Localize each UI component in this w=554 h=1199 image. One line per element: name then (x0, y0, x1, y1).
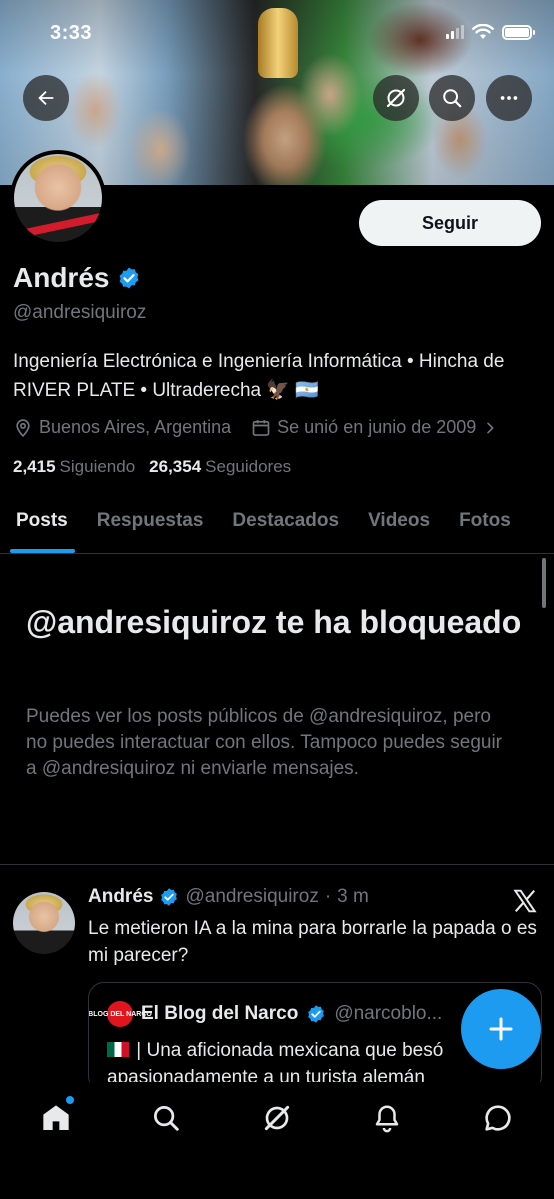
following-link[interactable]: 2,415 Siguiendo (13, 457, 135, 477)
wifi-icon (472, 24, 494, 39)
battery-icon (502, 24, 535, 40)
signal-icon (446, 25, 464, 39)
post-separator: · (324, 886, 332, 907)
follow-button[interactable]: Seguir (359, 200, 541, 246)
blocked-text: Puedes ver los posts públicos de @andres… (26, 706, 503, 779)
quote-text: | Una aficionada mexicana que besó apasi… (107, 1040, 444, 1088)
followers-link[interactable]: 26,354 Seguidores (149, 457, 291, 477)
notification-dot (66, 1096, 74, 1104)
verified-badge-icon (161, 888, 178, 906)
plus-icon (489, 1017, 513, 1041)
following-count: 2,415 (13, 457, 56, 476)
quote-author-name: El Blog del Narco (141, 1003, 299, 1024)
nav-messages[interactable] (476, 1096, 520, 1140)
scrollbar[interactable] (542, 558, 546, 608)
following-label: Siguiendo (59, 457, 136, 476)
quote-avatar: BLOG DEL NARCO (89, 1001, 152, 1027)
chevron-right-icon (487, 422, 495, 433)
status-time: 3:33 (50, 22, 93, 44)
grok-icon (264, 1105, 290, 1131)
joined-item[interactable]: Se unió en junio de 2009 (251, 417, 498, 438)
post-text: Le metieron IA a la mina para borrarle l… (88, 918, 537, 966)
tab-highlights[interactable]: Destacados (216, 498, 352, 553)
back-button[interactable] (23, 75, 69, 121)
post-author-handle: @andresiquiroz (185, 886, 319, 907)
tab-photos[interactable]: Fotos (443, 498, 524, 553)
x-logo-icon (513, 889, 537, 913)
search-icon (154, 1106, 179, 1131)
calendar-icon (252, 419, 270, 436)
divider (0, 864, 554, 865)
quote-header: BLOG DEL NARCO El Blog del Narco @narcob… (89, 1001, 443, 1027)
location-item: Buenos Aires, Argentina (13, 417, 231, 438)
location-text: Buenos Aires, Argentina (39, 417, 232, 437)
tab-replies[interactable]: Respuestas (81, 498, 217, 553)
blocked-title: @andresiquiroz te ha bloqueado (26, 604, 522, 640)
nav-notifications[interactable] (365, 1096, 409, 1140)
profile-tabs: Posts Respuestas Destacados Videos Fotos (0, 498, 554, 554)
quote-author-handle: @narcoblo... (334, 1003, 443, 1024)
profile-name-row: Andrés (13, 262, 141, 294)
messages-icon (485, 1105, 511, 1131)
nav-search[interactable] (144, 1096, 188, 1140)
mexico-flag-icon (107, 1042, 129, 1057)
grok-button[interactable] (373, 75, 419, 121)
tab-videos[interactable]: Videos (352, 498, 443, 553)
notifications-icon (375, 1105, 399, 1133)
search-icon (443, 89, 462, 108)
post-header: Andrés @andresiquiroz · 3 m (88, 886, 369, 908)
home-icon (43, 1105, 69, 1130)
grok-icon (386, 88, 406, 108)
profile-name: Andrés (13, 262, 110, 293)
profile-bio: Ingeniería Electrónica e Ingeniería Info… (13, 351, 505, 401)
more-icon (500, 96, 518, 100)
bottom-nav (0, 1082, 554, 1199)
profile-handle: @andresiquiroz (13, 302, 147, 323)
joined-text: Se unió en junio de 2009 (277, 417, 477, 437)
nav-home[interactable] (34, 1096, 78, 1140)
verified-badge-icon (308, 1005, 325, 1023)
nav-grok[interactable] (255, 1096, 299, 1140)
profile-meta: Buenos Aires, Argentina Se unió en junio… (13, 417, 518, 438)
status-icons (446, 24, 535, 40)
compose-button[interactable] (461, 989, 541, 1069)
post-avatar[interactable] (13, 892, 75, 954)
post-author-name[interactable]: Andrés (88, 886, 153, 908)
profile-stats: 2,415 Siguiendo 26,354 Seguidores (13, 457, 291, 477)
followers-count: 26,354 (149, 457, 202, 476)
arrow-left-icon (38, 90, 54, 106)
location-icon (16, 418, 30, 437)
search-button[interactable] (429, 75, 475, 121)
tab-posts[interactable]: Posts (0, 498, 81, 553)
profile-avatar[interactable] (10, 150, 106, 246)
verified-badge-icon[interactable] (117, 266, 141, 290)
followers-label: Seguidores (205, 457, 292, 476)
more-button[interactable] (486, 75, 532, 121)
trophy-image (258, 8, 298, 78)
post-time: 3 m (337, 886, 369, 907)
